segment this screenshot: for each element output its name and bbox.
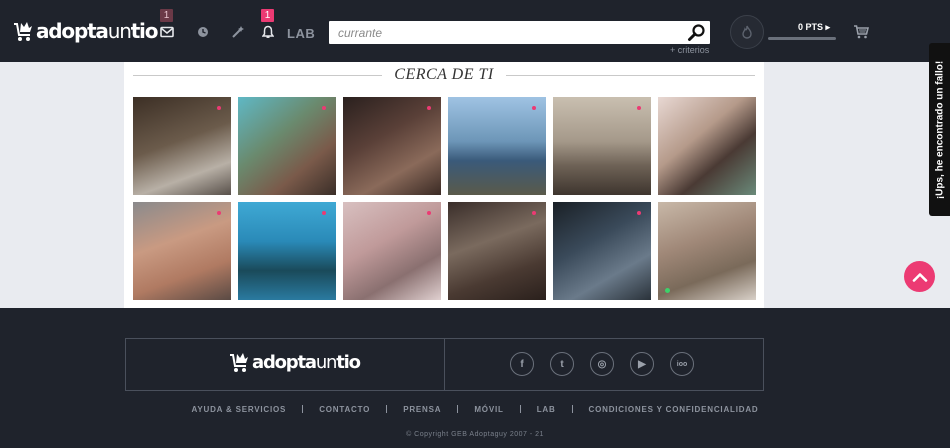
link-separator xyxy=(457,405,459,413)
footer-link[interactable]: CONTACTO xyxy=(319,405,370,414)
new-profile-dot xyxy=(637,106,641,110)
link-separator xyxy=(302,405,304,413)
points-progress-bar xyxy=(768,37,836,40)
footer-links: AYUDA & SERVICIOS CONTACTO PRENSA MÓVIL LAB C… xyxy=(0,405,950,414)
chevron-up-icon xyxy=(912,272,927,282)
new-profile-dot xyxy=(532,106,536,110)
search-icon[interactable] xyxy=(687,23,706,42)
scroll-top-button[interactable] xyxy=(904,261,935,292)
flame-icon xyxy=(742,25,752,39)
profile-photo[interactable] xyxy=(553,202,651,300)
new-profile-dot xyxy=(217,106,221,110)
online-status-dot xyxy=(665,288,670,293)
lab-link[interactable]: LAB xyxy=(287,26,315,41)
report-bug-tab[interactable]: ¡Ups, he encontrado un fallo! xyxy=(929,43,950,216)
mail-icon[interactable] xyxy=(159,24,175,40)
nearby-panel: CERCA DE TI xyxy=(124,62,764,308)
footer-logo[interactable]: adoptauntio xyxy=(228,351,361,373)
instagram-icon[interactable]: ◎ xyxy=(590,352,614,376)
footer-link[interactable]: AYUDA & SERVICIOS xyxy=(192,405,287,414)
footer-link[interactable]: MÓVIL xyxy=(474,405,503,414)
link-separator xyxy=(519,405,521,413)
profile-photo[interactable] xyxy=(448,97,546,195)
footer-divider xyxy=(444,339,445,390)
profile-photo[interactable] xyxy=(658,202,756,300)
magic-wand-icon[interactable] xyxy=(230,24,246,40)
profile-photo[interactable] xyxy=(238,202,336,300)
points-fire-button[interactable] xyxy=(730,15,764,49)
points-label: 0 PTS xyxy=(797,22,823,32)
new-profile-dot xyxy=(637,211,641,215)
profile-photo[interactable] xyxy=(343,202,441,300)
heading-rule-left xyxy=(133,74,383,76)
history-icon[interactable] xyxy=(195,24,211,40)
footer-link[interactable]: LAB xyxy=(537,405,556,414)
section-title: CERCA DE TI xyxy=(394,66,494,83)
points-meter[interactable]: 0 PTS ▸ xyxy=(768,22,836,40)
profile-photo[interactable] xyxy=(343,97,441,195)
new-profile-dot xyxy=(322,106,326,110)
report-bug-label: ¡Ups, he encontrado un fallo! xyxy=(934,60,945,199)
cart-icon[interactable] xyxy=(853,25,869,39)
profile-photo[interactable] xyxy=(133,202,231,300)
link-separator xyxy=(571,405,573,413)
section-heading: CERCA DE TI xyxy=(133,66,755,84)
link-separator xyxy=(386,405,388,413)
new-profile-dot xyxy=(427,211,431,215)
new-profile-dot xyxy=(322,211,326,215)
site-logo[interactable]: adoptauntio xyxy=(12,18,158,44)
new-profile-dot xyxy=(427,106,431,110)
search-input[interactable] xyxy=(329,21,669,44)
new-profile-dot xyxy=(217,211,221,215)
twitter-icon[interactable]: t xyxy=(550,352,574,376)
youtube-icon[interactable]: ▶ xyxy=(630,352,654,376)
top-navbar: adoptauntio 1 1 LAB + criterios 0 PTS ▸ xyxy=(0,0,950,62)
copyright: © Copyright GEB Adoptaguy 2007 - 21 xyxy=(406,431,544,438)
new-profile-dot xyxy=(532,211,536,215)
facebook-icon[interactable]: f xyxy=(510,352,534,376)
heading-rule-right xyxy=(505,74,755,76)
footer-link[interactable]: PRENSA xyxy=(403,405,441,414)
search-box xyxy=(329,21,710,44)
profile-photo[interactable] xyxy=(238,97,336,195)
bell-icon[interactable] xyxy=(260,24,276,40)
footer-logo-cart-icon xyxy=(230,353,248,372)
advanced-criteria-link[interactable]: + criterios xyxy=(670,45,709,55)
caret-right-icon: ▸ xyxy=(825,22,830,32)
profile-photo[interactable] xyxy=(658,97,756,195)
profile-photo[interactable] xyxy=(133,97,231,195)
notifications-badge: 1 xyxy=(261,9,274,22)
profile-photo[interactable] xyxy=(448,202,546,300)
logo-text: adoptauntio xyxy=(36,19,158,43)
logo-cart-icon xyxy=(14,22,32,41)
ioo-icon[interactable]: ioo xyxy=(670,352,694,376)
footer-logo-text: adoptauntio xyxy=(252,351,361,373)
footer-link[interactable]: CONDICIONES Y CONFIDENCIALIDAD xyxy=(589,405,759,414)
footer-box: adoptauntio f t ◎ ▶ ioo xyxy=(125,338,764,391)
messages-badge: 1 xyxy=(160,9,173,22)
profile-photo[interactable] xyxy=(553,97,651,195)
